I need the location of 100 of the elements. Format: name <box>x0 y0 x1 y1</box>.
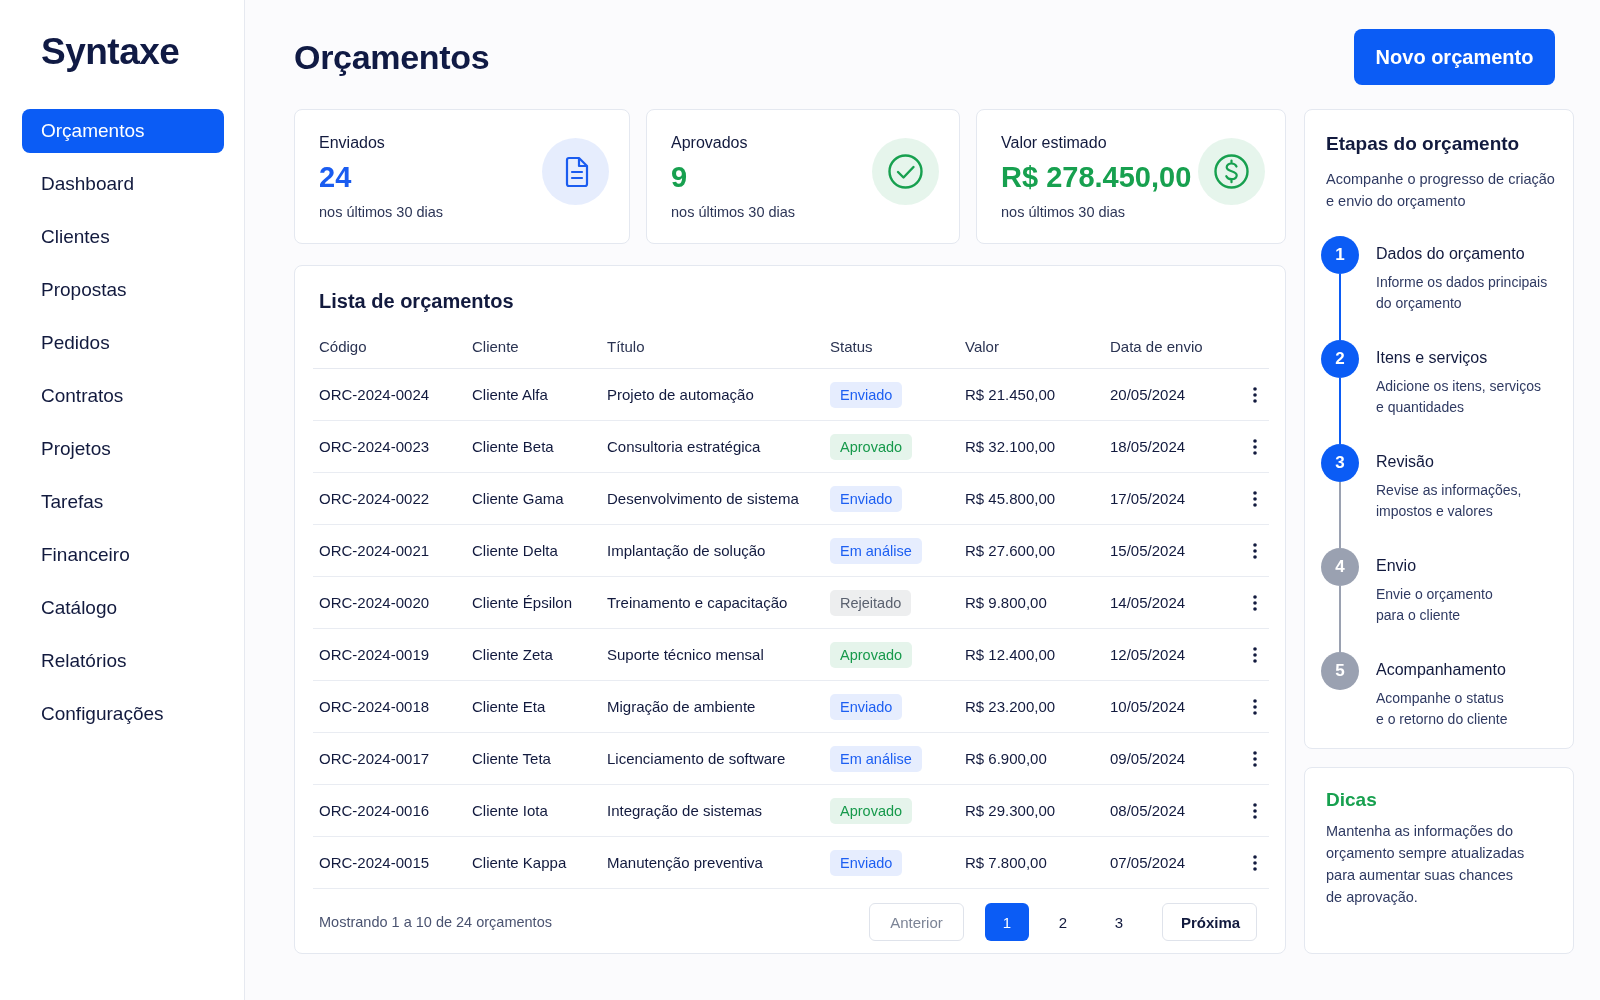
pagination-summary: Mostrando 1 a 10 de 24 orçamentos <box>319 914 552 930</box>
stat-value: R$ 278.450,00 <box>1001 159 1192 194</box>
table-cell: Cliente Kappa <box>472 854 567 871</box>
sidebar-item[interactable]: Dashboard <box>22 162 224 206</box>
status-tag: Em análise <box>830 537 922 564</box>
table-cell: ORC-2024-0021 <box>319 542 430 559</box>
table-cell: 14/05/2024 <box>1110 594 1186 611</box>
step-connector <box>1339 378 1341 444</box>
new-quote-button[interactable]: Novo orçamento <box>1354 29 1555 85</box>
table-cell: Integração de sistemas <box>607 802 763 819</box>
table-cell: 12/05/2024 <box>1110 646 1186 663</box>
table-cell: ORC-2024-0016 <box>319 802 430 819</box>
panel-title: Etapas do orçamento <box>1326 132 1520 156</box>
more-icon[interactable] <box>1253 698 1257 715</box>
step-description: Informe os dados principais do orçamento <box>1376 273 1549 313</box>
table-cell: ORC-2024-0020 <box>319 594 430 611</box>
table-cell: Licenciamento de software <box>607 750 786 767</box>
column-header: Código <box>319 337 367 355</box>
more-icon[interactable] <box>1253 594 1257 611</box>
status-tag: Enviado <box>830 693 903 720</box>
table-cell: R$ 12.400,00 <box>965 646 1056 663</box>
step-connector <box>1339 482 1341 548</box>
table-cell: Cliente Teta <box>472 750 551 767</box>
stat-label: Enviados <box>319 133 386 152</box>
table-cell: R$ 32.100,00 <box>965 438 1056 455</box>
sidebar-item[interactable]: Catálogo <box>22 586 224 630</box>
table-cell: Implantação de solução <box>607 542 766 559</box>
stat-label: Valor estimado <box>1001 133 1108 152</box>
more-icon[interactable] <box>1253 854 1257 871</box>
more-icon[interactable] <box>1253 750 1257 767</box>
sidebar-item[interactable]: Tarefas <box>22 480 224 524</box>
sidebar-item[interactable]: Propostas <box>22 268 224 312</box>
page-button[interactable]: 2 <box>1041 903 1085 941</box>
more-icon[interactable] <box>1253 646 1257 663</box>
more-icon[interactable] <box>1253 490 1257 507</box>
table-cell: ORC-2024-0019 <box>319 646 430 663</box>
table-cell: Cliente Eta <box>472 698 546 715</box>
more-icon[interactable] <box>1253 542 1257 559</box>
table-cell: 09/05/2024 <box>1110 750 1186 767</box>
stat-label: Aprovados <box>671 133 749 152</box>
status-tag: Rejeitado <box>830 589 912 616</box>
table-cell: R$ 23.200,00 <box>965 698 1056 715</box>
table-cell: 08/05/2024 <box>1110 802 1186 819</box>
table-cell: Manutenção preventiva <box>607 854 763 871</box>
more-icon[interactable] <box>1253 386 1257 403</box>
page-button[interactable]: 1 <box>985 903 1029 941</box>
table-cell: R$ 45.800,00 <box>965 490 1056 507</box>
tips-title: Dicas <box>1326 788 1377 812</box>
sidebar-item[interactable]: Orçamentos <box>22 109 224 153</box>
step-number: 2 <box>1321 340 1359 378</box>
table-cell: ORC-2024-0015 <box>319 854 430 871</box>
table-cell: 17/05/2024 <box>1110 490 1186 507</box>
step-description: Revise as informações, impostos e valores <box>1376 481 1523 521</box>
table-cell: R$ 21.450,00 <box>965 386 1056 403</box>
page-button[interactable]: 3 <box>1097 903 1141 941</box>
step-title: Envio <box>1376 556 1417 576</box>
tips-text: Mantenha as informações do orçamento sempre atualizadas para aumentar suas chances de aprovação. <box>1326 822 1526 907</box>
table-cell: R$ 29.300,00 <box>965 802 1056 819</box>
table-cell: Consultoria estratégica <box>607 438 761 455</box>
stat-caption: nos últimos 30 dias <box>671 203 796 220</box>
sidebar-item[interactable]: Pedidos <box>22 321 224 365</box>
status-tag: Enviado <box>830 381 903 408</box>
column-header: Título <box>607 337 645 355</box>
sidebar-item[interactable]: Clientes <box>22 215 224 259</box>
column-header: Cliente <box>472 337 519 355</box>
table-cell: Treinamento e capacitação <box>607 594 788 611</box>
status-tag: Enviado <box>830 485 903 512</box>
status-tag: Enviado <box>830 849 903 876</box>
sidebar-item[interactable]: Configurações <box>22 692 224 736</box>
step-number: 3 <box>1321 444 1359 482</box>
more-icon[interactable] <box>1253 802 1257 819</box>
table-cell: 20/05/2024 <box>1110 386 1186 403</box>
status-tag: Aprovado <box>830 797 913 824</box>
check-circle-icon <box>872 138 939 205</box>
table-title: Lista de orçamentos <box>319 290 514 312</box>
table-cell: Cliente Épsilon <box>472 594 573 611</box>
table-cell: Projeto de automação <box>607 386 754 403</box>
step-title: Revisão <box>1376 452 1434 472</box>
step-description: Adicione os itens, serviços e quantidades <box>1376 377 1542 417</box>
stat-value: 9 <box>671 159 689 194</box>
table-cell: Suporte técnico mensal <box>607 646 764 663</box>
sidebar-item[interactable]: Projetos <box>22 427 224 471</box>
table-cell: Cliente Beta <box>472 438 554 455</box>
step-title: Dados do orçamento <box>1376 244 1525 264</box>
table-cell: 18/05/2024 <box>1110 438 1186 455</box>
stat-caption: nos últimos 30 dias <box>319 203 444 220</box>
sidebar-item[interactable]: Contratos <box>22 374 224 418</box>
dollar-circle-icon <box>1198 138 1265 205</box>
status-tag: Aprovado <box>830 641 913 668</box>
stat-caption: nos últimos 30 dias <box>1001 203 1127 220</box>
table-cell: Desenvolvimento de sistema <box>607 490 799 507</box>
step-number: 4 <box>1321 548 1359 586</box>
status-tag: Em análise <box>830 745 922 772</box>
sidebar-item[interactable]: Relatórios <box>22 639 224 683</box>
step-description: Acompanhe o status e o retorno do cliente <box>1376 689 1509 729</box>
more-icon[interactable] <box>1253 438 1257 455</box>
next-button[interactable]: Próxima <box>1162 903 1257 941</box>
table-cell: ORC-2024-0022 <box>319 490 430 507</box>
sidebar-item[interactable]: Financeiro <box>22 533 224 577</box>
stat-value: 24 <box>319 159 353 194</box>
